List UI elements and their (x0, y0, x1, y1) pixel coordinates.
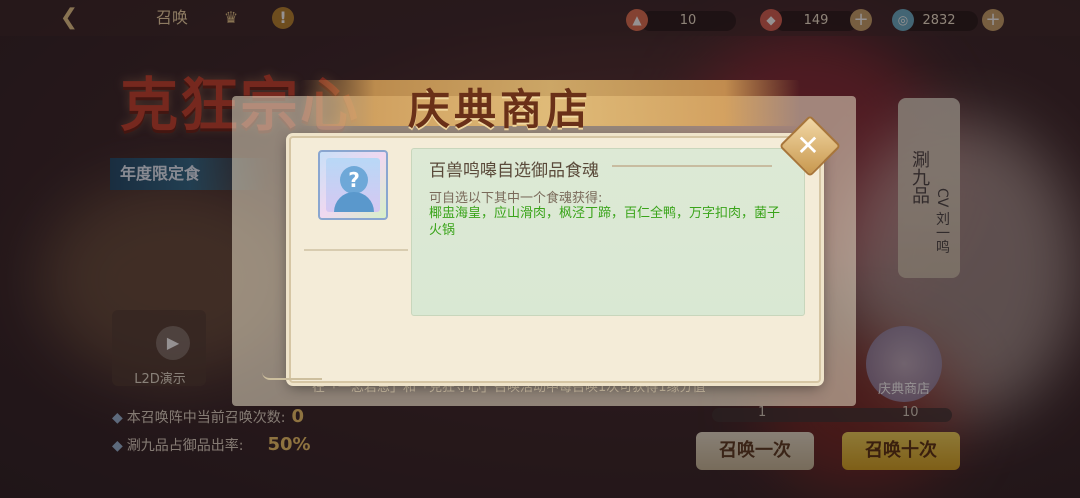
divider (304, 249, 408, 251)
frame-ornament (262, 372, 322, 380)
description-intro: 可自选以下其中一个食魂获得: (429, 191, 603, 206)
description-items: 椰盅海皇，应山滑肉，枫泾丁蹄，百仁全鸭，万字扣肉，菌子火锅 (429, 206, 781, 238)
question-mark-icon: ? (340, 166, 368, 194)
title-decoration (612, 165, 772, 167)
shop-title: 庆典商店 (408, 85, 593, 134)
item-slot: ? (318, 150, 388, 220)
question-soul-icon: ? (326, 158, 380, 212)
close-icon[interactable]: ✕ (788, 124, 828, 168)
silhouette-body (334, 192, 374, 212)
item-name: 百兽鸣嗥自选御品食魂 (429, 161, 599, 181)
